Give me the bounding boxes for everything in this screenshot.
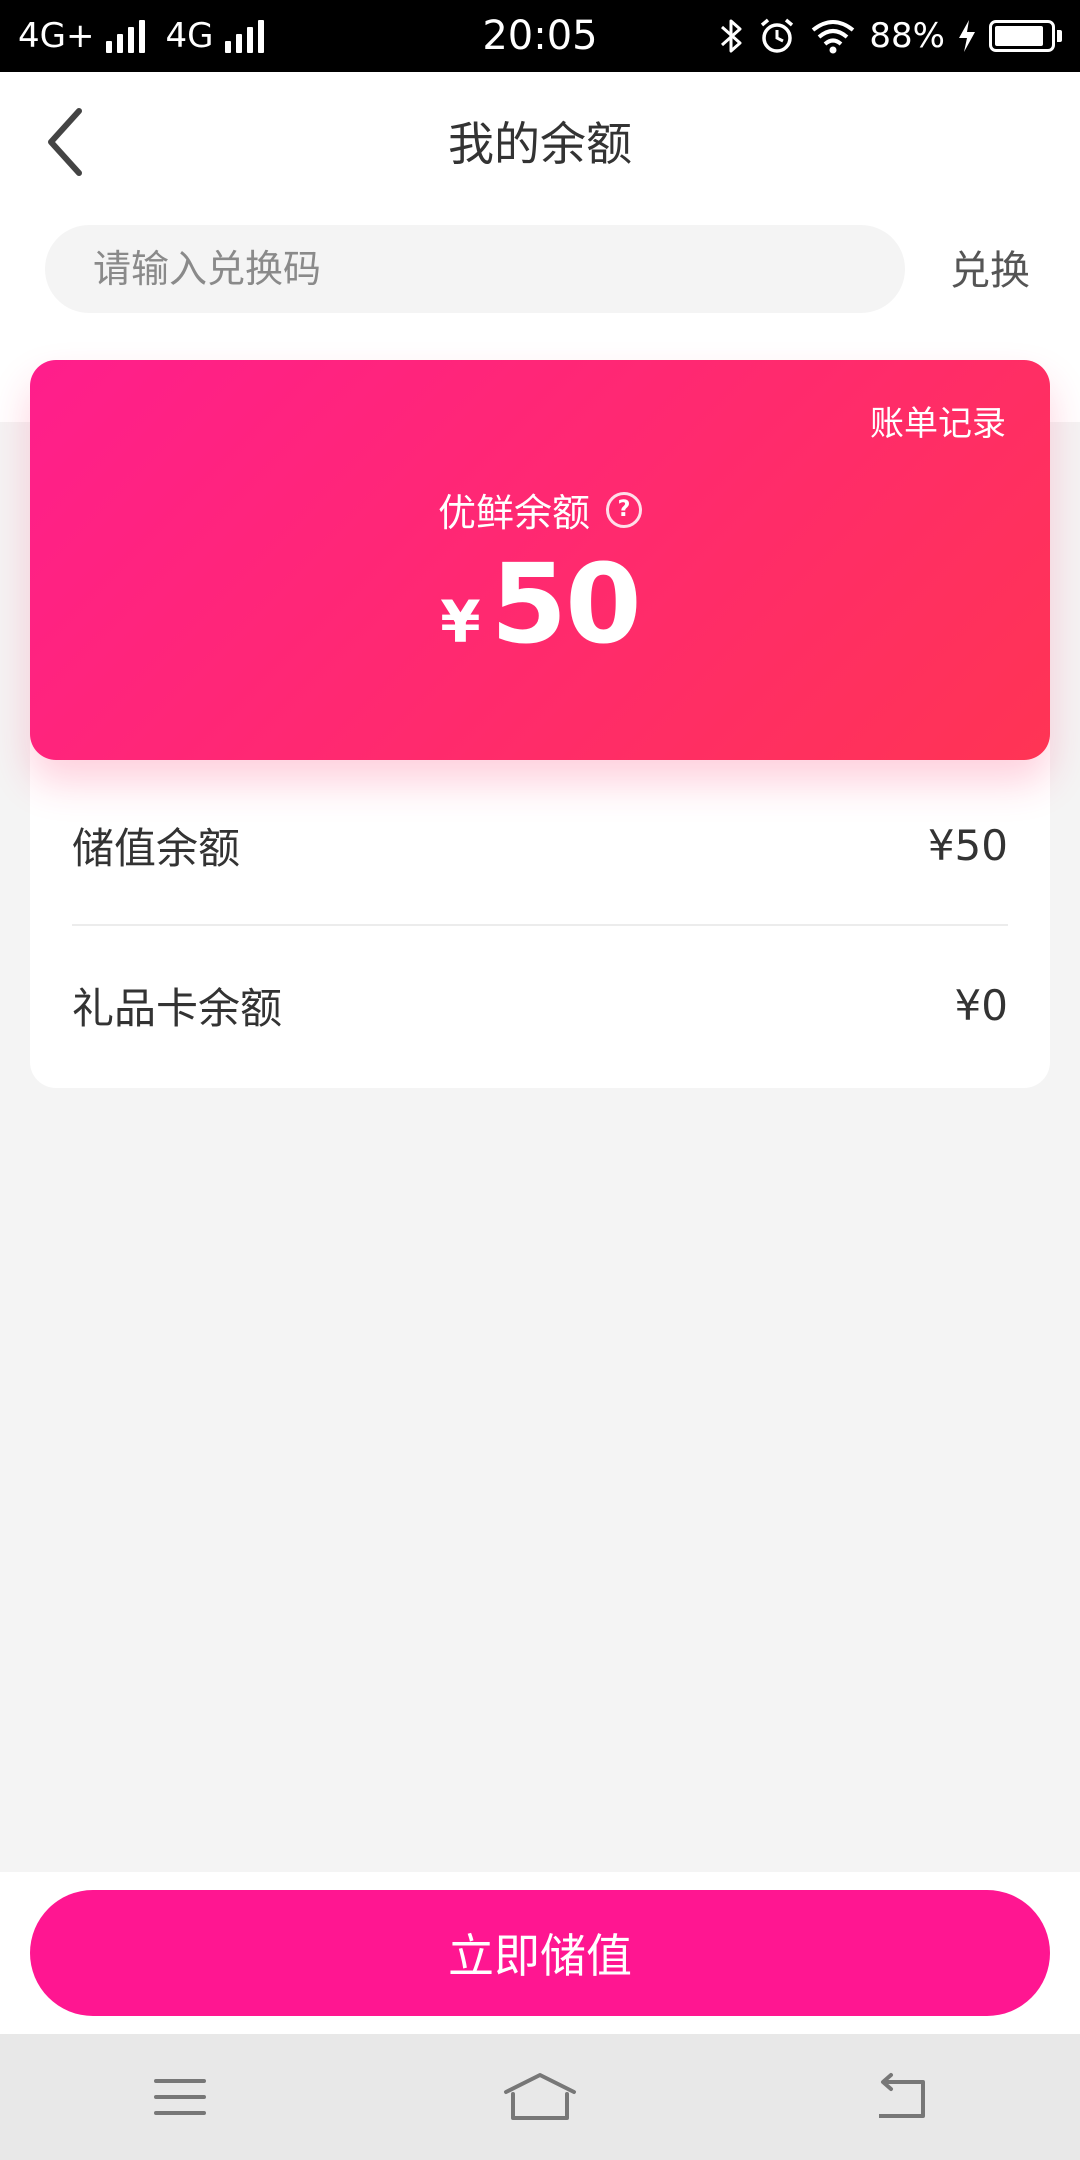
signal-icon xyxy=(106,19,146,53)
recharge-now-button[interactable]: 立即储值 xyxy=(30,1890,1050,2016)
status-bar: 4G+ 4G 88% 20:05 xyxy=(0,0,1080,72)
alarm-icon xyxy=(757,16,797,56)
signal-icon xyxy=(225,19,265,53)
question-circle-icon[interactable]: ? xyxy=(606,491,642,528)
network-label-1: 4G+ xyxy=(18,16,95,56)
menu-icon xyxy=(154,2079,206,2115)
back-icon xyxy=(879,2073,925,2118)
menu-button[interactable] xyxy=(120,2047,240,2147)
redeem-button[interactable]: 兑换 xyxy=(930,232,1050,302)
redeem-code-input[interactable] xyxy=(93,247,857,291)
status-left: 4G+ 4G xyxy=(18,16,272,56)
gift-card-balance-label: 礼品卡余额 xyxy=(72,983,283,1033)
gift-card-balance-row: 礼品卡余额 ¥0 xyxy=(72,940,1008,1070)
stored-balance-value: ¥50 xyxy=(927,820,1008,870)
balance-label-row: 优鲜余额 ? xyxy=(30,482,1050,537)
balance-amount-row: ¥ 50 xyxy=(30,540,1050,668)
bill-records-link[interactable]: 账单记录 xyxy=(870,396,1006,445)
system-nav-bar xyxy=(0,2034,1080,2160)
network-label-2: 4G xyxy=(165,16,214,56)
divider xyxy=(72,924,1008,926)
gift-card-balance-value: ¥0 xyxy=(954,980,1008,1030)
stored-balance-row: 储值余额 ¥50 xyxy=(72,780,1008,910)
status-right: 88% xyxy=(719,16,1062,56)
balance-label: 优鲜余额 xyxy=(437,491,590,535)
home-button[interactable] xyxy=(480,2047,600,2147)
stored-balance-label: 储值余额 xyxy=(72,823,241,873)
balance-card: 账单记录 优鲜余额 ? ¥ 50 xyxy=(30,360,1050,760)
currency-symbol: ¥ xyxy=(440,588,481,656)
charging-icon xyxy=(957,19,977,53)
wifi-icon xyxy=(809,17,857,55)
battery-percent: 88% xyxy=(869,16,945,56)
back-nav-button[interactable] xyxy=(840,2047,960,2147)
home-icon xyxy=(504,2073,576,2120)
bottom-bar: 立即储值 xyxy=(0,1872,1080,2034)
bluetooth-icon xyxy=(719,17,745,55)
redeem-input-wrap xyxy=(45,225,905,313)
balance-amount: 50 xyxy=(490,540,642,668)
battery-icon xyxy=(989,20,1062,52)
page-title: 我的余额 xyxy=(448,117,632,171)
